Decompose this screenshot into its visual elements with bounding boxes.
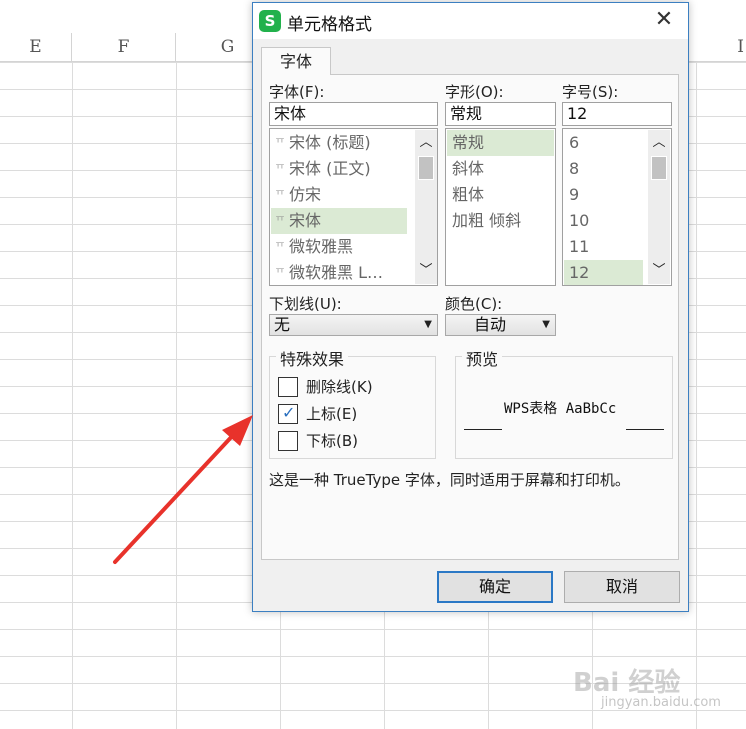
font-list-item[interactable]: ᵀᵀ 微软雅黑 <box>271 234 407 260</box>
scroll-down-icon[interactable]: ﹀ <box>415 262 437 280</box>
font-list-item-label: 仿宋 <box>289 185 322 204</box>
preview-baseline-right <box>626 429 664 430</box>
font-type-icon: ᵀᵀ <box>276 241 284 253</box>
grid-line <box>0 629 746 630</box>
preview-sample: WPS表格 AaBbCc <box>504 401 617 417</box>
font-list-item-label: 宋体 <box>289 211 322 230</box>
font-style-list-item[interactable]: 斜体 <box>447 156 554 182</box>
font-tab-panel: 字体(F): 宋体 ᵀᵀ 宋体 (标题) ᵀᵀ 宋体 (正文) ᵀᵀ 仿宋 ᵀᵀ 宋体 ᵀᵀ 微软… <box>261 74 679 560</box>
font-size-list-item[interactable]: 9 <box>564 182 643 208</box>
font-type-icon: ᵀᵀ <box>276 137 284 149</box>
effect-label: 上标(E) <box>306 405 358 423</box>
baidu-watermark-url: jingyan.baidu.com <box>601 695 721 710</box>
font-size-list-item[interactable]: 8 <box>564 156 643 182</box>
color-label: 颜色(C): <box>445 295 503 313</box>
font-style-list[interactable]: 常规斜体粗体加粗 倾斜 <box>445 128 556 286</box>
effect-label: 删除线(K) <box>306 378 373 396</box>
size-list-scrollbar[interactable]: ︿ ﹀ <box>648 130 670 284</box>
font-size-list-item[interactable]: 12 <box>564 260 643 285</box>
font-size-list-item[interactable]: 11 <box>564 234 643 260</box>
font-size-list-item-label: 8 <box>569 159 580 178</box>
underline-label: 下划线(U): <box>269 295 342 313</box>
font-size-list-item-label: 10 <box>569 211 590 230</box>
font-list-item[interactable]: ᵀᵀ 宋体 <box>271 208 407 234</box>
font-style-list-item[interactable]: 粗体 <box>447 182 554 208</box>
grid-line <box>0 710 746 711</box>
font-type-icon: ᵀᵀ <box>276 163 284 175</box>
font-style-list-item-label: 粗体 <box>452 185 485 204</box>
tab-font[interactable]: 字体 <box>261 47 331 75</box>
underline-select[interactable]: 无 ▼ <box>269 314 438 336</box>
cancel-button[interactable]: 取消 <box>564 571 680 603</box>
dialog-titlebar[interactable]: S 单元格格式 ✕ <box>253 3 688 39</box>
special-effects-title: 特殊效果 <box>276 346 349 370</box>
effect-option[interactable]: 下标(B) <box>278 430 418 452</box>
font-type-icon: ᵀᵀ <box>276 267 284 279</box>
font-list-item-label: 宋体 (正文) <box>289 159 371 178</box>
font-list-item-label: 宋体 (标题) <box>289 133 371 152</box>
font-style-list-item[interactable]: 加粗 倾斜 <box>447 208 554 234</box>
font-list-item[interactable]: ᵀᵀ 宋体 (标题) <box>271 130 407 156</box>
font-style-label: 字形(O): <box>445 83 504 101</box>
font-label: 字体(F): <box>269 83 325 101</box>
font-style-list-item[interactable]: 常规 <box>447 130 554 156</box>
font-type-icon: ᵀᵀ <box>276 189 284 201</box>
ok-button[interactable]: 确定 <box>437 571 553 603</box>
preview-title: 预览 <box>462 346 503 370</box>
font-style-list-item-label: 斜体 <box>452 159 485 178</box>
font-style-input[interactable]: 常规 <box>445 102 556 126</box>
dialog-title: 单元格格式 <box>287 15 372 35</box>
scroll-thumb[interactable] <box>418 156 434 180</box>
close-icon[interactable]: ✕ <box>652 9 676 33</box>
font-size-list-item[interactable]: 10 <box>564 208 643 234</box>
font-size-label: 字号(S): <box>562 83 619 101</box>
font-size-list-item-label: 12 <box>569 263 590 282</box>
font-size-list-item-label: 6 <box>569 133 580 152</box>
font-type-icon: ᵀᵀ <box>276 215 284 227</box>
preview-group: 预览 WPS表格 AaBbCc <box>455 346 673 459</box>
checkbox[interactable] <box>278 431 298 451</box>
color-select[interactable]: 自动 ▼ <box>445 314 556 336</box>
column-header-i[interactable]: I <box>689 33 746 62</box>
font-size-input[interactable]: 12 <box>562 102 672 126</box>
underline-value: 无 <box>274 315 291 334</box>
font-list-item[interactable]: ᵀᵀ 仿宋 <box>271 182 407 208</box>
font-style-list-item-label: 常规 <box>452 133 485 152</box>
font-list-item[interactable]: ᵀᵀ 微软雅黑 L… <box>271 260 407 285</box>
effect-label: 下标(B) <box>306 432 358 450</box>
grid-line <box>0 656 746 657</box>
font-name-input[interactable]: 宋体 <box>269 102 438 126</box>
font-size-list-item-label: 11 <box>569 237 590 256</box>
scroll-up-icon[interactable]: ︿ <box>415 134 437 152</box>
checkbox[interactable]: ✓ <box>278 403 298 424</box>
scroll-thumb[interactable] <box>651 156 667 180</box>
checkmark-icon: ✓ <box>282 403 296 422</box>
font-description: 这是一种 TrueType 字体，同时适用于屏幕和打印机。 <box>269 471 630 489</box>
preview-baseline-left <box>464 429 502 430</box>
font-list-scrollbar[interactable]: ︿ ﹀ <box>415 130 437 284</box>
font-size-list[interactable]: 6 8 9 10 11 12 ︿ ﹀ <box>562 128 672 286</box>
checkbox[interactable] <box>278 377 298 397</box>
font-size-list-item[interactable]: 6 <box>564 130 643 156</box>
font-list-item-label: 微软雅黑 L… <box>289 263 384 282</box>
effect-option[interactable]: 删除线(K) <box>278 376 418 398</box>
font-list[interactable]: ᵀᵀ 宋体 (标题) ᵀᵀ 宋体 (正文) ᵀᵀ 仿宋 ᵀᵀ 宋体 ᵀᵀ 微软雅黑 ᵀᵀ 微软雅黑 L… <box>269 128 438 286</box>
effect-option[interactable]: ✓ 上标(E) <box>278 403 418 425</box>
column-header-f[interactable]: F <box>72 33 176 62</box>
scroll-down-icon[interactable]: ﹀ <box>648 262 670 280</box>
color-value: 自动 <box>474 315 507 334</box>
format-cells-dialog: S 单元格格式 ✕ 字体 字体(F): 宋体 ᵀᵀ 宋体 (标题) ᵀᵀ 宋体 (正文… <box>252 2 689 612</box>
scroll-up-icon[interactable]: ︿ <box>648 134 670 152</box>
font-list-item-label: 微软雅黑 <box>289 237 354 256</box>
chevron-down-icon: ▼ <box>542 319 550 330</box>
font-style-list-item-label: 加粗 倾斜 <box>452 211 522 230</box>
font-size-list-item-label: 9 <box>569 185 580 204</box>
wps-app-icon: S <box>259 10 281 32</box>
chevron-down-icon: ▼ <box>424 319 432 330</box>
baidu-watermark: Bai 经验 <box>573 668 681 698</box>
font-list-item[interactable]: ᵀᵀ 宋体 (正文) <box>271 156 407 182</box>
special-effects-group: 特殊效果 删除线(K) ✓ 上标(E) 下标(B) <box>269 346 436 459</box>
column-header-e[interactable]: E <box>0 33 72 62</box>
